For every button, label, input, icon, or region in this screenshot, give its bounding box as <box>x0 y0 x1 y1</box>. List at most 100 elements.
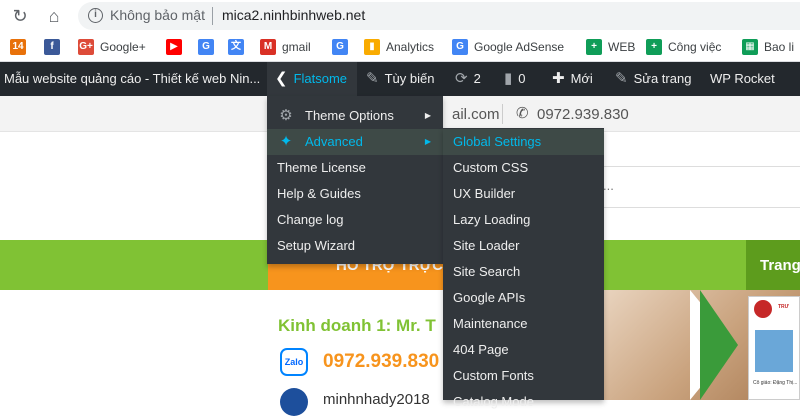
id-card-name: Cô giáo: Đặng Thị... <box>753 380 798 386</box>
flatsome-menu-item[interactable]: ✦ Advanced ▶ <box>267 129 443 155</box>
advanced-menu-item[interactable]: Google APIs <box>443 285 604 311</box>
bookmark-label: Bao li <box>764 40 795 54</box>
badge-14-icon: 14 <box>10 39 26 55</box>
bookmark-item[interactable]: ▶ <box>166 39 188 55</box>
admin-customize[interactable]: ✎ Tùy biến <box>366 62 434 96</box>
admin-new-label: Mới <box>570 71 593 86</box>
bookmark-item[interactable]: + WEB <box>586 39 635 55</box>
phone-icon: ✆ <box>516 105 529 122</box>
plus-icon: ✚ <box>552 70 565 87</box>
advanced-menu-item[interactable]: Global Settings <box>443 129 604 155</box>
bookmark-item[interactable]: G <box>332 39 354 55</box>
submenu-arrow-icon: ▶ <box>424 137 431 146</box>
submenu-arrow-icon: ▶ <box>424 111 431 120</box>
search-input[interactable] <box>603 166 800 208</box>
bookmark-label: gmail <box>282 40 311 54</box>
reload-icon[interactable]: ↻ <box>8 4 32 28</box>
url-text[interactable]: mica2.ninhbinhweb.net <box>222 7 365 23</box>
admin-updates-count: 2 <box>473 71 481 86</box>
flatsome-menu-label: Advanced <box>305 134 363 149</box>
bookmark-item[interactable]: G+ Google+ <box>78 39 146 55</box>
flatsome-menu-label: Setup Wizard <box>277 238 356 253</box>
google-translate-icon: 文 <box>228 39 244 55</box>
youtube-icon: ▶ <box>166 39 182 55</box>
content-phone[interactable]: 0972.939.830 <box>323 351 439 373</box>
bookmark-item[interactable]: 14 <box>10 39 32 55</box>
flatsome-menu-item[interactable]: ⚙ Theme Options ▶ <box>267 103 443 129</box>
flatsome-menu-item[interactable]: Setup Wizard <box>267 233 443 259</box>
google-plus-icon: G+ <box>78 39 94 55</box>
id-card-logo <box>754 300 772 318</box>
bookmark-item[interactable]: Mgmail <box>260 39 311 55</box>
advanced-menu-item[interactable]: Site Search <box>443 259 604 285</box>
bookmark-item[interactable]: ▮ Analytics <box>364 39 434 55</box>
gmail-icon: M <box>260 39 276 55</box>
advanced-submenu: Global Settings Custom CSS UX Builder Lazy … <box>443 128 604 409</box>
bookmark-label: Công việc <box>668 40 722 54</box>
wrench-icon: ✦ <box>279 133 293 150</box>
admin-wp-rocket[interactable]: WP Rocket <box>710 62 775 96</box>
bookmark-item[interactable]: ▦ Bao li <box>742 39 794 55</box>
bookmark-label: Google+ <box>100 40 146 54</box>
sheets-icon: + <box>646 39 662 55</box>
header-phone[interactable]: 0972.939.830 <box>537 106 629 123</box>
flatsome-menu-item[interactable]: Theme License <box>267 155 443 181</box>
admin-comments[interactable]: ▮ 0 <box>504 62 526 96</box>
advanced-menu-item[interactable]: Catalog Mode <box>443 389 604 415</box>
home-icon[interactable]: ⌂ <box>42 4 66 28</box>
flatsome-menu-label: Theme Options <box>305 108 394 123</box>
google-icon: G <box>198 39 214 55</box>
flatsome-menu-item[interactable]: Change log <box>267 207 443 233</box>
advanced-menu-item[interactable]: Site Loader <box>443 233 604 259</box>
mail-icon[interactable] <box>280 388 308 416</box>
bookmark-item[interactable]: G <box>198 39 220 55</box>
admin-new[interactable]: ✚ Mới <box>552 62 593 96</box>
id-card-title: TRƯ <box>778 304 789 310</box>
advanced-menu-item[interactable]: Lazy Loading <box>443 207 604 233</box>
facebook-icon: f <box>44 39 60 55</box>
updates-icon: ⟳ <box>455 70 468 87</box>
pencil-icon: ✎ <box>615 70 628 87</box>
google-icon: G <box>452 39 468 55</box>
bookmark-label: Analytics <box>386 40 435 54</box>
advanced-menu-item[interactable]: UX Builder <box>443 181 604 207</box>
advanced-menu-item[interactable]: Maintenance <box>443 311 604 337</box>
search-placeholder: ... <box>603 178 614 193</box>
admin-flatsome-menu[interactable]: ❮ Flatsome <box>267 62 357 96</box>
banner-chevron-green <box>700 290 738 400</box>
bookmark-item[interactable]: 文 <box>228 39 250 55</box>
flatsome-menu-item[interactable]: Help & Guides <box>267 181 443 207</box>
url-separator <box>212 7 213 25</box>
admin-edit-page-label: Sửa trang <box>633 71 692 86</box>
admin-updates[interactable]: ⟳ 2 <box>455 62 481 96</box>
bookmark-item[interactable]: G Google AdSense <box>452 39 564 55</box>
admin-flatsome-label: Flatsome <box>293 71 348 86</box>
id-card-photo <box>755 330 793 372</box>
advanced-menu-item[interactable]: Custom CSS <box>443 155 604 181</box>
advanced-menu-item[interactable]: 404 Page <box>443 337 604 363</box>
admin-comments-count: 0 <box>518 71 526 86</box>
header-separator <box>502 104 503 124</box>
bookmarks-bar: 14 f G+ Google+ ▶ G 文 Mgmail G ▮ Analytics G Google … <box>0 32 800 62</box>
wp-admin-bar: Mẫu website quảng cáo - Thiết kế web Nin… <box>0 62 800 96</box>
flatsome-menu-label: Help & Guides <box>277 186 361 201</box>
advanced-menu-item[interactable]: Custom Fonts <box>443 363 604 389</box>
admin-edit-page[interactable]: ✎ Sửa trang <box>615 62 691 96</box>
nav-item-home[interactable]: Trang <box>760 257 800 274</box>
security-label: Không bảo mật <box>110 7 205 23</box>
admin-customize-label: Tùy biến <box>384 71 435 86</box>
analytics-icon: ▮ <box>364 39 380 55</box>
header-email[interactable]: ail.com <box>452 106 500 123</box>
bookmark-item[interactable]: + Công việc <box>646 39 721 55</box>
google-icon: G <box>332 39 348 55</box>
bookmark-item[interactable]: f <box>44 39 66 55</box>
business-contact-title: Kinh doanh 1: Mr. T <box>278 316 436 335</box>
flatsome-dropdown: ⚙ Theme Options ▶ ✦ Advanced ▶ Theme License He… <box>267 96 443 264</box>
sheets-icon: + <box>586 39 602 55</box>
info-icon[interactable]: i <box>88 8 103 23</box>
sheets-table-icon: ▦ <box>742 39 758 55</box>
zalo-icon[interactable]: Zalo <box>280 348 308 376</box>
admin-site-name[interactable]: Mẫu website quảng cáo - Thiết kế web Nin… <box>4 62 260 96</box>
flatsome-logo-icon: ❮ <box>275 70 288 87</box>
bookmark-label: WEB <box>608 40 636 54</box>
